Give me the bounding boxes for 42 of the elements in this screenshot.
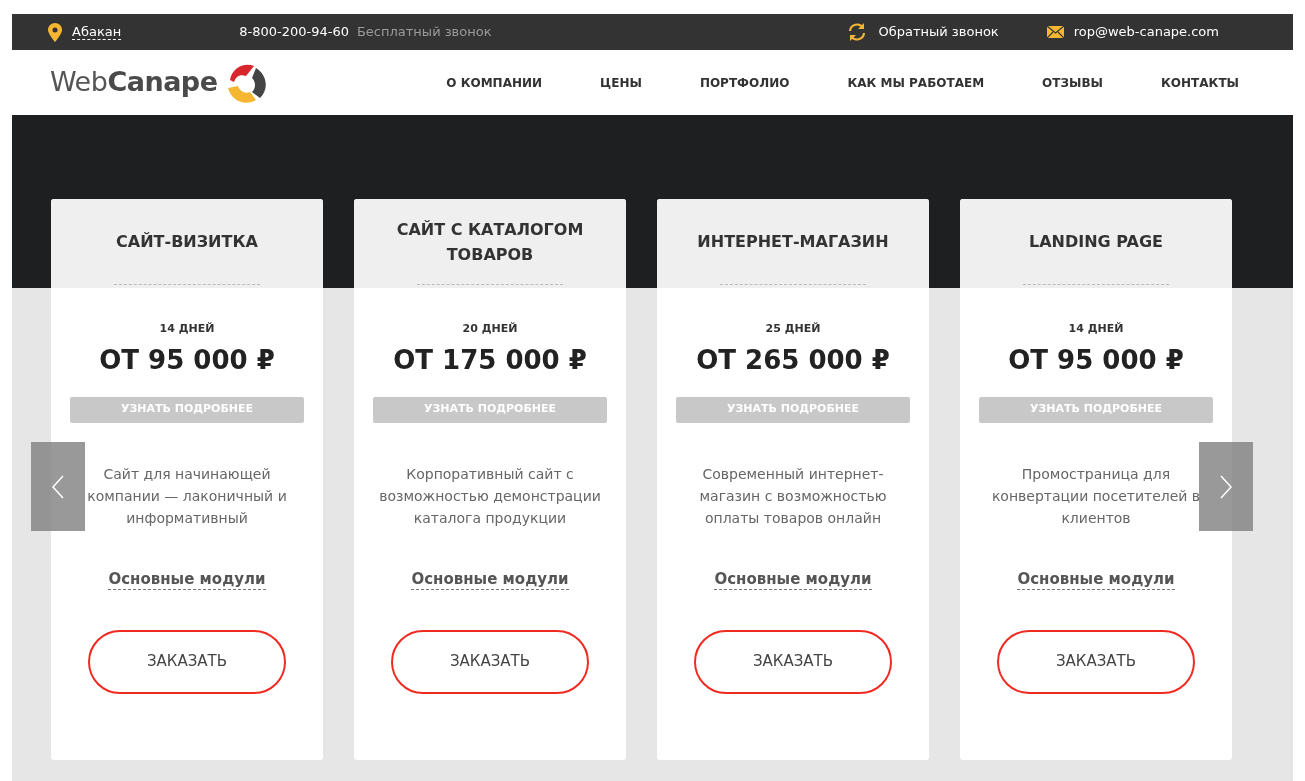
- duration-label: 14 ДНЕЙ: [159, 321, 215, 337]
- nav-link[interactable]: ЦЕНЫ: [600, 73, 642, 92]
- nav-link[interactable]: ПОРТФОЛИО: [699, 73, 790, 92]
- card-description: Промостраница для конвертации посетителей в клиентов: [990, 464, 1202, 528]
- nav-link[interactable]: ОТЗЫВЫ: [1042, 73, 1104, 92]
- card-description: Корпоративный сайт с возможностью демонстрации каталога продукции: [378, 464, 602, 528]
- callback-link[interactable]: Обратный звонок: [878, 22, 999, 42]
- order-button[interactable]: ЗАКАЗАТЬ: [694, 629, 892, 694]
- phone-number: 8-800-200-94-60: [239, 23, 349, 42]
- card-title: САЙТ-ВИЗИТКА: [116, 231, 258, 253]
- location-pin-icon: [48, 22, 62, 42]
- price: ОТ 95 000 ₽: [1008, 343, 1184, 377]
- modules-link[interactable]: Основные модули: [1017, 569, 1175, 590]
- price: ОТ 95 000 ₽: [99, 343, 275, 377]
- card-description: Современный интернет-магазин с возможностью оплаты товаров онлайн: [698, 464, 888, 528]
- nav-link[interactable]: О КОМПАНИИ: [446, 73, 543, 92]
- modules-link[interactable]: Основные модули: [411, 569, 569, 590]
- city-link[interactable]: Абакан: [72, 24, 122, 40]
- modules-link[interactable]: Основные модули: [714, 569, 872, 590]
- price: ОТ 175 000 ₽: [393, 343, 587, 377]
- card-title: LANDING PAGE: [1029, 231, 1163, 253]
- envelope-icon: [1046, 26, 1064, 38]
- card-title: ИНТЕРНЕТ-МАГАЗИН: [697, 231, 889, 253]
- next-slide-button[interactable]: [1199, 442, 1253, 531]
- previous-slide-button[interactable]: [31, 442, 85, 531]
- nav-link[interactable]: КАК МЫ РАБОТАЕМ: [847, 73, 985, 92]
- duration-label: 20 ДНЕЙ: [462, 321, 518, 337]
- phone-note: Бесплатный звонок: [356, 23, 492, 42]
- order-button[interactable]: ЗАКАЗАТЬ: [88, 629, 286, 694]
- chevron-left-icon: [52, 474, 64, 499]
- duration-label: 14 ДНЕЙ: [1068, 321, 1124, 337]
- chevron-right-icon: [1220, 474, 1232, 499]
- price: ОТ 265 000 ₽: [696, 343, 890, 377]
- modules-link[interactable]: Основные модули: [108, 569, 266, 590]
- email-link[interactable]: rop@web-canape.com: [1073, 22, 1219, 42]
- logo-text[interactable]: WebCanape: [50, 62, 218, 103]
- card-description: Сайт для начинающей компании — лаконичный и информативный: [86, 464, 288, 528]
- card-title: САЙТ С КАТАЛОГОМ ТОВАРОВ: [395, 218, 585, 266]
- order-button[interactable]: ЗАКАЗАТЬ: [391, 629, 589, 694]
- duration-label: 25 ДНЕЙ: [765, 321, 821, 337]
- nav-link[interactable]: КОНТАКТЫ: [1161, 73, 1239, 92]
- order-button[interactable]: ЗАКАЗАТЬ: [997, 629, 1195, 694]
